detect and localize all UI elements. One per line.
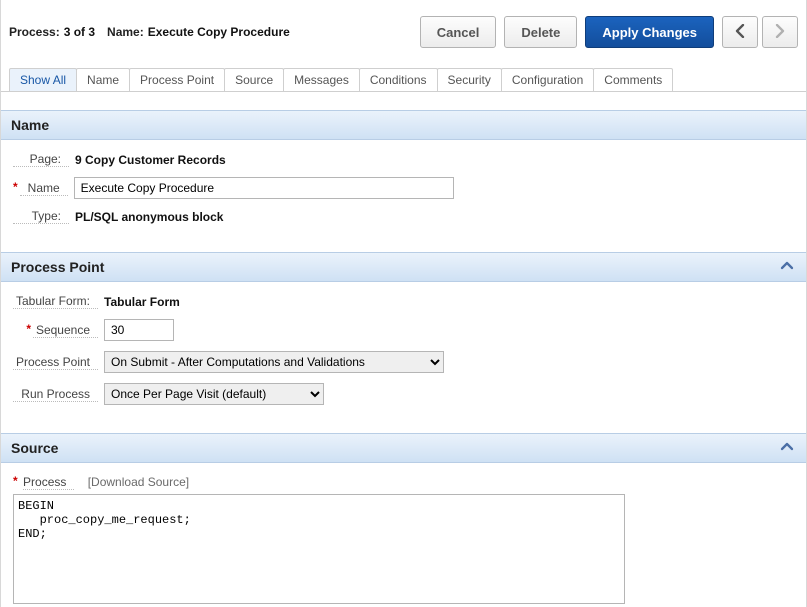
- tab-show-all[interactable]: Show All: [9, 68, 77, 91]
- chevron-up-icon: [780, 260, 794, 276]
- name-value: Execute Copy Procedure: [148, 25, 290, 39]
- name-label: Name:: [107, 25, 144, 39]
- breadcrumb: Process: 3 of 3 Name: Execute Copy Proce…: [9, 25, 290, 39]
- sequence-label: Sequence: [33, 323, 98, 338]
- section-pp-body: Tabular Form: Tabular Form * Sequence Pr…: [1, 282, 806, 433]
- download-source-link[interactable]: [Download Source]: [88, 475, 189, 489]
- tab-security[interactable]: Security: [437, 68, 502, 91]
- collapse-pp-button[interactable]: [780, 259, 796, 275]
- required-marker: *: [13, 474, 18, 488]
- process-label: Process:: [9, 25, 60, 39]
- cancel-button[interactable]: Cancel: [420, 16, 497, 48]
- section-pp-title: Process Point: [11, 259, 104, 275]
- apply-changes-button[interactable]: Apply Changes: [585, 16, 714, 48]
- delete-button[interactable]: Delete: [504, 16, 577, 48]
- name-field-label: Name: [20, 181, 68, 196]
- next-button[interactable]: [762, 16, 798, 48]
- process-point-label: Process Point: [13, 355, 98, 370]
- run-process-label: Run Process: [13, 387, 98, 402]
- process-point-select[interactable]: On Submit - After Computations and Valid…: [104, 351, 444, 373]
- tab-comments[interactable]: Comments: [593, 68, 673, 91]
- tabform-value: Tabular Form: [104, 295, 180, 309]
- section-name-header: Name: [1, 110, 806, 140]
- required-marker: *: [13, 180, 18, 194]
- tab-conditions[interactable]: Conditions: [359, 68, 438, 91]
- tabs-bar: Show All Name Process Point Source Messa…: [1, 68, 806, 92]
- tab-configuration[interactable]: Configuration: [501, 68, 594, 91]
- run-process-select[interactable]: Once Per Page Visit (default): [104, 383, 324, 405]
- name-input[interactable]: [74, 177, 454, 199]
- required-marker: *: [26, 322, 31, 336]
- section-name-body: Page: 9 Copy Customer Records * Name Typ…: [1, 140, 806, 252]
- prev-button[interactable]: [722, 16, 758, 48]
- section-source-body: * Process [Download Source]: [1, 463, 806, 607]
- page-label: Page:: [13, 152, 69, 167]
- chevron-up-icon: [780, 441, 794, 457]
- tab-messages[interactable]: Messages: [283, 68, 360, 91]
- type-value: PL/SQL anonymous block: [75, 210, 223, 224]
- page-value: 9 Copy Customer Records: [75, 153, 226, 167]
- process-value: 3 of 3: [64, 25, 95, 39]
- chevron-right-icon: [774, 24, 786, 41]
- section-name-title: Name: [11, 117, 49, 133]
- tab-process-point[interactable]: Process Point: [129, 68, 225, 91]
- section-source-header: Source: [1, 433, 806, 463]
- tabform-label: Tabular Form:: [13, 294, 98, 309]
- section-pp-header: Process Point: [1, 252, 806, 282]
- tab-name[interactable]: Name: [76, 68, 130, 91]
- tab-source[interactable]: Source: [224, 68, 284, 91]
- collapse-source-button[interactable]: [780, 440, 796, 456]
- process-code-label: Process: [23, 475, 74, 490]
- type-label: Type:: [13, 209, 69, 224]
- source-textarea[interactable]: [13, 494, 625, 604]
- section-source-title: Source: [11, 440, 58, 456]
- chevron-left-icon: [734, 24, 746, 41]
- sequence-input[interactable]: [104, 319, 174, 341]
